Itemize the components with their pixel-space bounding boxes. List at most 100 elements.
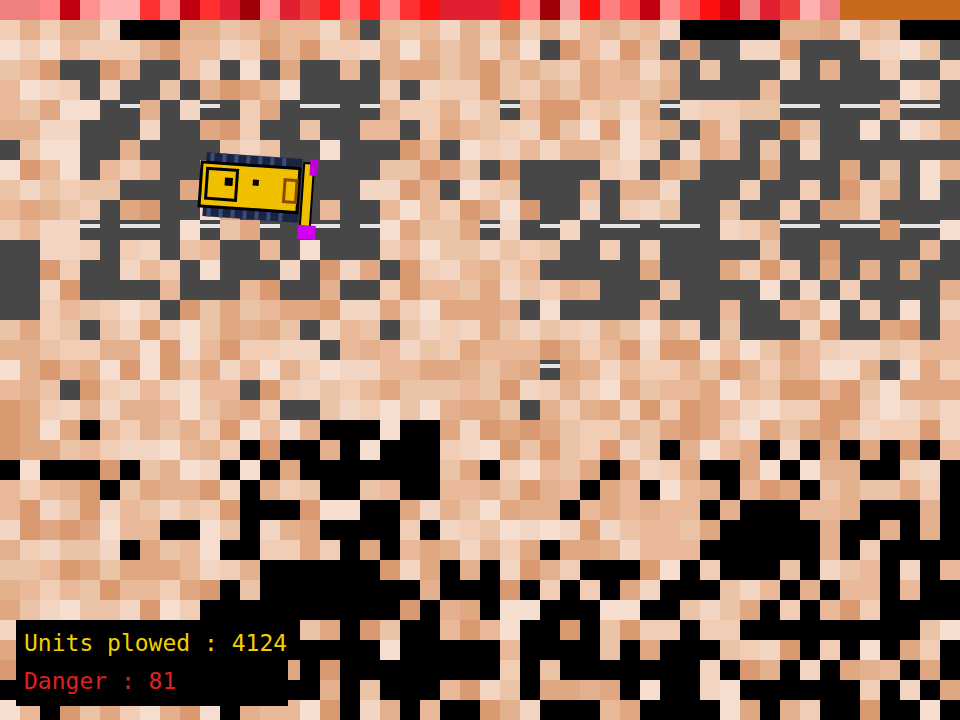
terrain-tile	[120, 160, 140, 180]
bulldozer-icon[interactable]	[195, 148, 325, 240]
terrain-tile	[600, 580, 620, 600]
terrain-tile	[20, 240, 40, 260]
terrain-tile	[940, 140, 960, 160]
terrain-tile	[540, 440, 560, 460]
terrain-tile	[220, 600, 240, 620]
terrain-tile	[120, 320, 140, 340]
terrain-tile	[420, 400, 440, 420]
terrain-tile	[440, 500, 460, 520]
terrain-tile	[200, 20, 220, 40]
terrain-tile	[260, 320, 280, 340]
terrain-tile	[420, 600, 440, 620]
terrain-tile	[340, 200, 360, 220]
terrain-tile	[700, 180, 720, 200]
terrain-tile	[120, 380, 140, 400]
terrain-tile	[240, 540, 260, 560]
terrain-tile	[540, 400, 560, 420]
terrain-tile	[920, 400, 940, 420]
terrain-tile	[20, 40, 40, 60]
terrain-tile	[820, 60, 840, 80]
terrain-tile	[680, 500, 700, 520]
terrain-tile	[820, 460, 840, 480]
terrain-tile	[460, 220, 480, 240]
terrain-tile	[680, 240, 700, 260]
terrain-tile	[520, 120, 540, 140]
terrain-tile	[640, 240, 660, 260]
terrain-tile	[480, 400, 500, 420]
terrain-tile	[280, 440, 300, 460]
terrain-tile	[780, 700, 800, 720]
terrain-tile	[600, 220, 620, 240]
terrain-tile	[700, 100, 720, 120]
terrain-tile	[640, 680, 660, 700]
terrain-tile	[620, 220, 640, 240]
terrain-tile	[600, 260, 620, 280]
terrain-tile	[800, 700, 820, 720]
terrain-tile	[440, 480, 460, 500]
terrain-tile	[580, 620, 600, 640]
terrain-tile	[800, 260, 820, 280]
terrain-tile	[680, 460, 700, 480]
terrain-tile	[360, 520, 380, 540]
terrain-tile	[820, 540, 840, 560]
terrain-tile	[260, 120, 280, 140]
terrain-tile	[740, 240, 760, 260]
terrain-tile	[220, 40, 240, 60]
terrain-tile	[940, 540, 960, 560]
terrain-tile	[820, 160, 840, 180]
terrain-tile	[640, 160, 660, 180]
terrain-tile	[100, 180, 120, 200]
terrain-tile	[20, 160, 40, 180]
terrain-tile	[280, 320, 300, 340]
terrain-tile	[920, 20, 940, 40]
terrain-tile	[640, 380, 660, 400]
terrain-tile	[20, 320, 40, 340]
terrain-tile	[880, 440, 900, 460]
terrain-tile	[360, 100, 380, 120]
terrain-tile	[460, 640, 480, 660]
terrain-tile	[500, 260, 520, 280]
terrain-tile	[600, 20, 620, 40]
terrain-tile	[520, 700, 540, 720]
terrain-tile	[560, 660, 580, 680]
terrain-tile	[300, 480, 320, 500]
terrain-tile	[900, 660, 920, 680]
terrain-tile	[240, 220, 260, 240]
terrain-tile	[860, 100, 880, 120]
terrain-tile	[520, 380, 540, 400]
terrain-tile	[600, 240, 620, 260]
terrain-tile	[900, 60, 920, 80]
terrain-tile	[160, 560, 180, 580]
terrain-tile	[140, 500, 160, 520]
terrain-tile	[440, 20, 460, 40]
terrain-tile	[400, 380, 420, 400]
terrain-tile	[220, 360, 240, 380]
terrain-tile	[200, 100, 220, 120]
terrain-tile	[560, 260, 580, 280]
terrain-tile	[300, 520, 320, 540]
terrain-tile	[800, 500, 820, 520]
terrain-tile	[940, 40, 960, 60]
terrain-tile	[360, 300, 380, 320]
terrain-tile	[60, 480, 80, 500]
terrain-tile	[700, 40, 720, 60]
terrain-tile	[860, 160, 880, 180]
terrain-tile	[500, 240, 520, 260]
terrain-tile	[580, 460, 600, 480]
terrain-tile	[40, 300, 60, 320]
terrain-tile	[280, 460, 300, 480]
terrain-tile	[760, 160, 780, 180]
terrain-tile	[740, 440, 760, 460]
terrain-tile	[440, 60, 460, 80]
terrain-tile	[840, 120, 860, 140]
terrain-tile	[420, 580, 440, 600]
terrain-tile	[120, 140, 140, 160]
terrain-tile	[840, 500, 860, 520]
terrain-tile	[520, 640, 540, 660]
terrain-tile	[440, 660, 460, 680]
terrain-tile	[440, 620, 460, 640]
terrain-tile	[460, 320, 480, 340]
terrain-tile	[860, 80, 880, 100]
terrain-tile	[380, 120, 400, 140]
terrain-tile	[500, 180, 520, 200]
